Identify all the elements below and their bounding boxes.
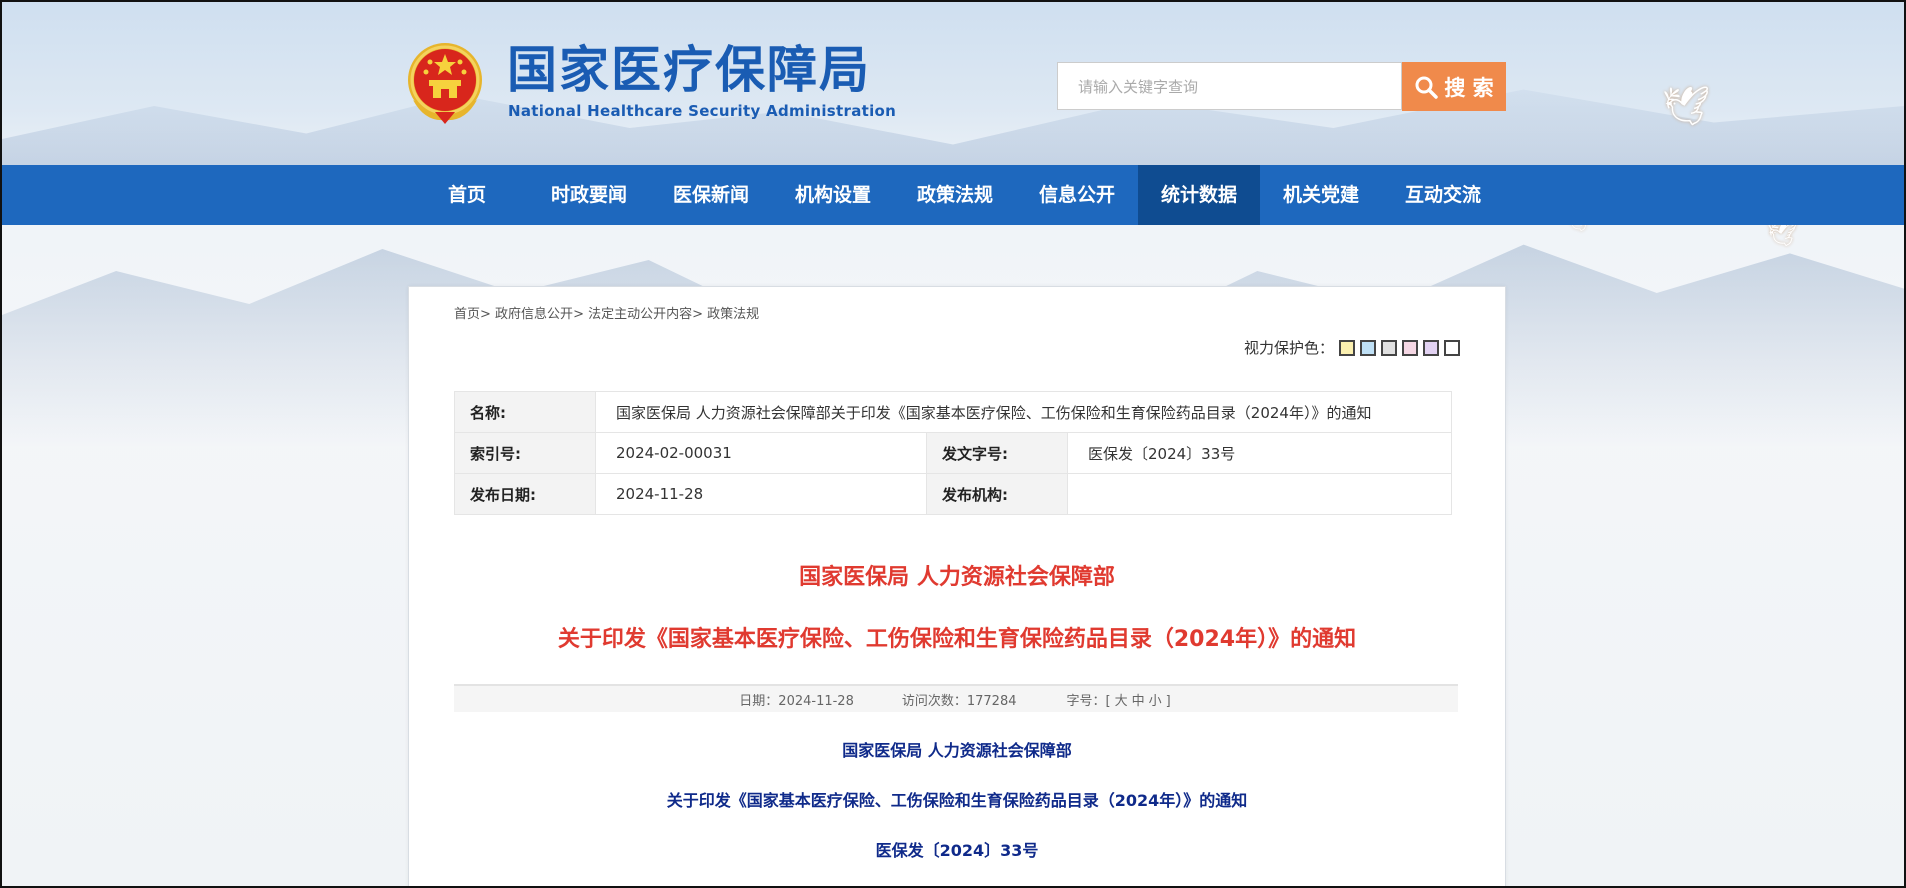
- national-emblem-icon: [408, 43, 482, 124]
- nav-item-news-affairs[interactable]: 时政要闻: [528, 165, 650, 225]
- article-body-line1: 国家医保局 人力资源社会保障部: [842, 741, 1072, 760]
- meta-label-date: 发布日期:: [454, 473, 596, 515]
- font-size-small[interactable]: 小: [1149, 694, 1162, 709]
- site-subtitle: National Healthcare Security Administrat…: [508, 102, 897, 120]
- article-title-line1: 国家医保局 人力资源社会保障部: [799, 565, 1115, 590]
- article-date: 日期：2024-11-28: [739, 693, 854, 709]
- font-size-close-bracket: ]: [1165, 693, 1171, 709]
- nav-item-healthcare-news[interactable]: 医保新闻: [650, 165, 772, 225]
- breadcrumb-item-gov-info[interactable]: 政府信息公开: [495, 307, 573, 322]
- search-input[interactable]: [1058, 63, 1400, 111]
- content-panel: 首页> 政府信息公开> 法定主动公开内容> 政策法规 视力保护色： 名称: 国家…: [408, 286, 1506, 886]
- article-body-line3: 医保发〔2024〕33号: [875, 841, 1039, 860]
- vision-protection-label: 视力保护色：: [1243, 339, 1334, 357]
- search-box: [1057, 62, 1402, 111]
- meta-label-docno: 发文字号:: [926, 432, 1068, 474]
- font-size-medium[interactable]: 中: [1132, 694, 1145, 709]
- meta-value-org: [1067, 473, 1452, 515]
- meta-value-name: 国家医保局 人力资源社会保障部关于印发《国家基本医疗保险、工伤保险和生育保险药品…: [595, 391, 1452, 433]
- mountain-background-top: [2, 89, 1904, 172]
- color-swatch-yellow[interactable]: [1339, 339, 1355, 356]
- page-frame: 🕊 🕊 🕊 国家医疗保障局 National Healthcare Securi…: [0, 0, 1906, 888]
- color-swatch-purple[interactable]: [1423, 339, 1439, 356]
- nav-item-party[interactable]: 机关党建: [1260, 165, 1382, 225]
- color-swatch-gray[interactable]: [1381, 339, 1397, 356]
- search-button-label: 搜 索: [1444, 75, 1494, 100]
- article-info-bar: 日期：2024-11-28 访问次数：177284 字号：[ 大中小]: [454, 684, 1458, 712]
- search-icon: [1415, 76, 1439, 99]
- nav-item-policies[interactable]: 政策法规: [894, 165, 1016, 225]
- article-body-line2: 关于印发《国家基本医疗保险、工伤保险和生育保险药品目录（2024年）》的通知: [666, 791, 1248, 810]
- article-title-line2: 关于印发《国家基本医疗保险、工伤保险和生育保险药品目录（2024年）》的通知: [557, 627, 1357, 652]
- color-swatch-pink[interactable]: [1402, 339, 1418, 356]
- font-size-selector: 字号：[ 大中小]: [1065, 690, 1173, 709]
- vision-protection-colors: 视力保护色：: [1244, 337, 1460, 358]
- table-row: 名称: 国家医保局 人力资源社会保障部关于印发《国家基本医疗保险、工伤保险和生育…: [454, 391, 1452, 433]
- meta-value-index: 2024-02-00031: [595, 432, 927, 474]
- breadcrumb-item-home[interactable]: 首页: [454, 307, 480, 322]
- meta-value-docno: 医保发〔2024〕33号: [1067, 432, 1452, 474]
- meta-value-date: 2024-11-28: [595, 473, 927, 515]
- font-size-label: 字号：[: [1066, 693, 1111, 709]
- font-size-large[interactable]: 大: [1115, 694, 1128, 709]
- dove-icon: 🕊: [1662, 84, 1711, 128]
- nav-item-interaction[interactable]: 互动交流: [1382, 165, 1504, 225]
- table-row: 索引号: 2024-02-00031 发文字号: 医保发〔2024〕33号: [454, 432, 1452, 474]
- nav-item-statistics[interactable]: 统计数据: [1138, 165, 1260, 225]
- meta-label-org: 发布机构:: [926, 473, 1068, 515]
- color-swatch-white[interactable]: [1444, 339, 1460, 356]
- nav-item-information[interactable]: 信息公开: [1016, 165, 1138, 225]
- main-navigation: 首页 时政要闻 医保新闻 机构设置 政策法规 信息公开 统计数据 机关党建 互动…: [2, 165, 1904, 225]
- table-row: 发布日期: 2024-11-28 发布机构:: [454, 473, 1452, 515]
- breadcrumb-item-policies[interactable]: 政策法规: [707, 307, 759, 322]
- meta-label-name: 名称:: [454, 391, 596, 433]
- breadcrumb-item-mandatory-disclosure[interactable]: 法定主动公开内容: [588, 307, 692, 322]
- meta-label-index: 索引号:: [454, 432, 596, 474]
- breadcrumb: 首页> 政府信息公开> 法定主动公开内容> 政策法规: [454, 307, 760, 322]
- nav-item-organization[interactable]: 机构设置: [772, 165, 894, 225]
- visit-count: 访问次数：177284: [901, 693, 1017, 709]
- site-title[interactable]: 国家医疗保障局: [507, 42, 871, 98]
- search-button[interactable]: 搜 索: [1402, 62, 1506, 111]
- nav-item-home[interactable]: 首页: [406, 165, 528, 225]
- color-swatch-blue[interactable]: [1360, 339, 1376, 356]
- document-metadata-table: 名称: 国家医保局 人力资源社会保障部关于印发《国家基本医疗保险、工伤保险和生育…: [454, 391, 1452, 515]
